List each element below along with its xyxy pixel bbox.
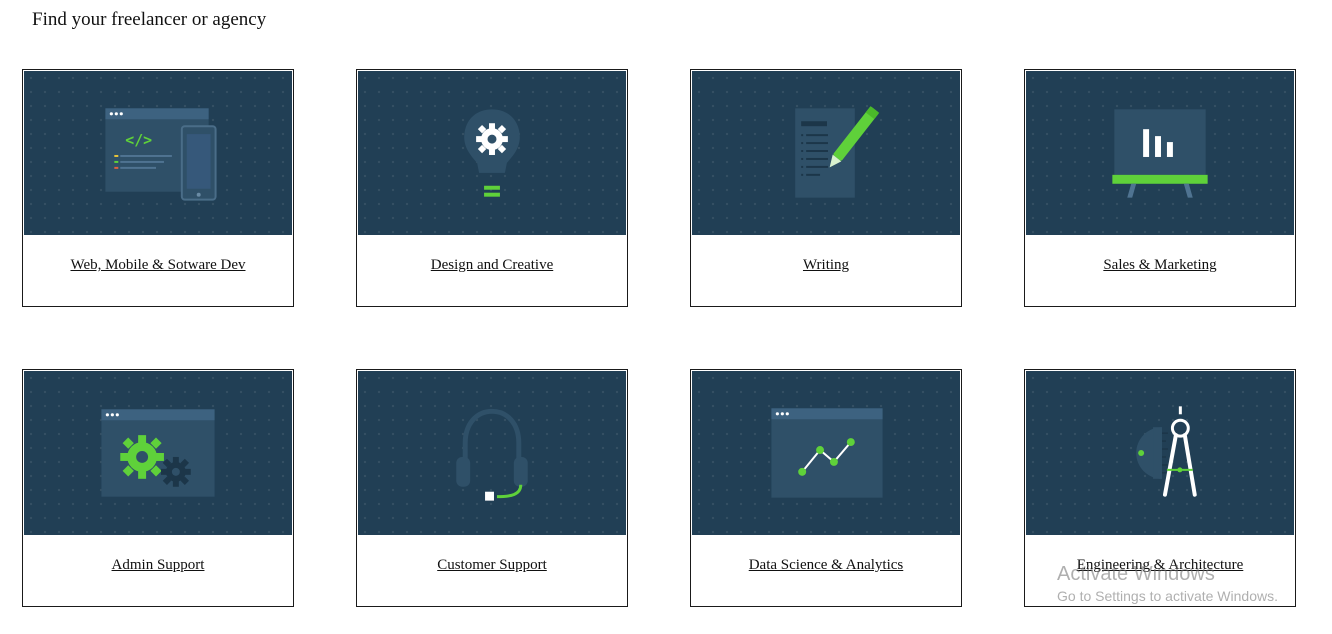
page-title: Find your freelancer or agency (32, 9, 267, 30)
category-image (358, 71, 626, 235)
window-line-graph-icon (771, 408, 883, 498)
category-link[interactable]: Admin Support (23, 556, 293, 574)
lightbulb-gear-icon (464, 109, 520, 197)
category-image (24, 371, 292, 535)
presentation-board-icon (1112, 109, 1208, 198)
category-card-web-mobile-software-dev[interactable]: </> Web, Mobile & Sotware Dev (22, 69, 294, 307)
category-image: </> (24, 71, 292, 235)
category-image (358, 371, 626, 535)
category-link[interactable]: Writing (691, 256, 961, 274)
category-link[interactable]: Engineering & Architecture (1025, 556, 1295, 574)
category-link[interactable]: Data Science & Analytics (691, 556, 961, 574)
category-link[interactable]: Design and Creative (357, 256, 627, 274)
category-link[interactable]: Customer Support (357, 556, 627, 574)
window-gears-icon (101, 409, 215, 497)
category-card-customer-support[interactable]: Customer Support (356, 369, 628, 607)
category-image (692, 371, 960, 535)
category-link[interactable]: Web, Mobile & Sotware Dev (23, 256, 293, 274)
category-card-admin-support[interactable]: Admin Support (22, 369, 294, 607)
category-card-design-and-creative[interactable]: Design and Creative (356, 69, 628, 307)
category-image (1026, 71, 1294, 235)
category-image (1026, 371, 1294, 535)
svg-text:</>: </> (125, 131, 152, 149)
category-link[interactable]: Sales & Marketing (1025, 256, 1295, 274)
document-pen-icon (795, 106, 880, 198)
category-card-writing[interactable]: Writing (690, 69, 962, 307)
category-image (692, 71, 960, 235)
category-card-engineering-and-architecture[interactable]: Engineering & Architecture (1024, 369, 1296, 607)
code-window-phone-icon: </> (105, 108, 217, 201)
category-card-sales-and-marketing[interactable]: Sales & Marketing (1024, 69, 1296, 307)
category-card-data-science-and-analytics[interactable]: Data Science & Analytics (690, 369, 962, 607)
headset-icon (456, 408, 528, 501)
compass-protractor-icon (1136, 406, 1197, 497)
